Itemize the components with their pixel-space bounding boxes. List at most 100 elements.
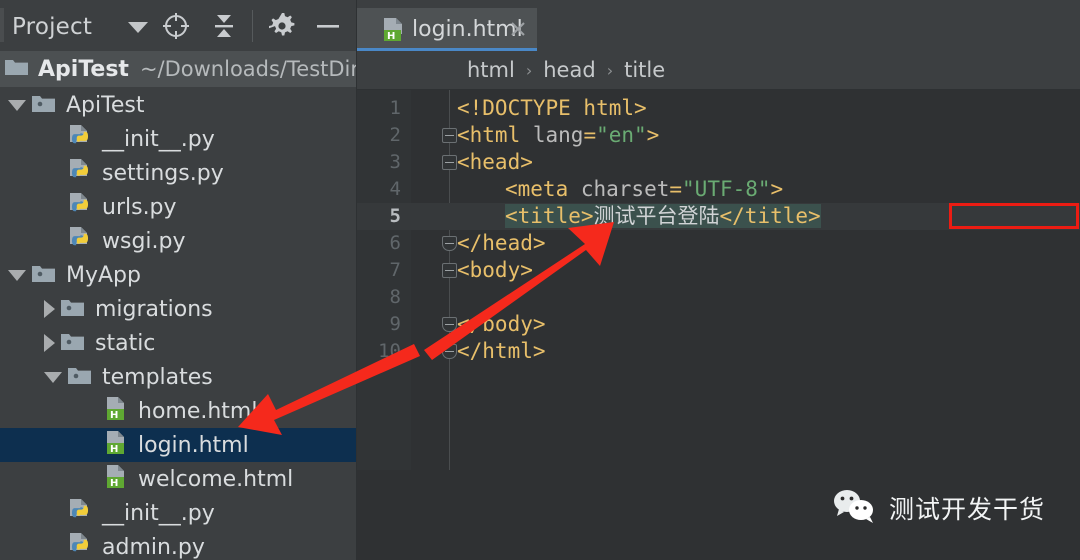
code-fold-toggle[interactable] bbox=[442, 236, 457, 251]
ide-window: Project ApiTest ~/Downloads/TestDir ApiT… bbox=[0, 0, 1080, 560]
project-panel-title[interactable]: Project bbox=[12, 14, 92, 40]
code-token: charset bbox=[580, 177, 670, 201]
tree-item-urls-py[interactable]: urls.py bbox=[0, 190, 356, 224]
tree-item-welcome-html[interactable]: Hwelcome.html bbox=[0, 462, 356, 496]
project-file-tree[interactable]: ApiTest __init__.py settings.py urls.py wsgi… bbox=[0, 88, 356, 560]
tree-item-label: ApiTest bbox=[66, 92, 145, 118]
tree-item-migrations[interactable]: migrations bbox=[0, 292, 356, 326]
code-token: <title> bbox=[505, 204, 594, 228]
project-root-path: ~/Downloads/TestDir bbox=[139, 57, 356, 81]
svg-text:H: H bbox=[110, 478, 118, 489]
line-number: 1 bbox=[389, 97, 401, 119]
line-number: 3 bbox=[389, 151, 401, 173]
tree-item-wsgi-py[interactable]: wsgi.py bbox=[0, 224, 356, 258]
folder-icon bbox=[67, 365, 93, 390]
watermark: 测试开发干货 bbox=[832, 488, 1045, 528]
code-fold-toggle[interactable] bbox=[442, 317, 457, 332]
panel-accent-bar bbox=[0, 8, 4, 42]
code-token: <body> bbox=[457, 258, 533, 282]
code-text: </body> bbox=[457, 311, 546, 338]
tree-item-label: templates bbox=[102, 364, 213, 390]
tree-item-label: __init__.py bbox=[102, 500, 215, 526]
chevron-down-icon[interactable] bbox=[8, 99, 26, 111]
tab-label: login.html bbox=[412, 17, 523, 42]
code-fold-toggle[interactable] bbox=[442, 344, 457, 359]
code-line[interactable]: 7 <body> bbox=[357, 257, 1080, 284]
code-text: <head> bbox=[457, 149, 533, 176]
code-token: "en" bbox=[596, 123, 647, 147]
annotation-highlight-box bbox=[948, 203, 1079, 229]
tree-item-label: home.html bbox=[138, 398, 258, 424]
html-file-icon: H bbox=[381, 17, 405, 43]
code-fold-toggle[interactable] bbox=[442, 128, 457, 143]
toolbar-divider bbox=[252, 10, 253, 42]
line-number: 10 bbox=[378, 340, 401, 362]
line-number: 4 bbox=[389, 178, 401, 200]
tree-item-init-py[interactable]: __init__.py bbox=[0, 496, 356, 530]
close-icon[interactable] bbox=[509, 20, 527, 38]
code-text: <body> bbox=[457, 257, 533, 284]
breadcrumb: html › head › title bbox=[357, 51, 1080, 90]
tree-item-home-html[interactable]: Hhome.html bbox=[0, 394, 356, 428]
code-token: lang bbox=[532, 123, 584, 147]
tree-item-label: wsgi.py bbox=[102, 228, 186, 254]
tree-item-label: login.html bbox=[138, 432, 249, 458]
code-text: <html lang="en"> bbox=[457, 122, 659, 149]
locate-target-icon[interactable] bbox=[160, 10, 192, 42]
code-token: <html bbox=[457, 123, 533, 147]
python-file-icon bbox=[67, 532, 93, 560]
tree-item-static[interactable]: static bbox=[0, 326, 356, 360]
code-line[interactable]: 10 </html> bbox=[357, 338, 1080, 365]
chevron-down-icon[interactable] bbox=[8, 269, 26, 281]
chevron-right-icon: › bbox=[525, 60, 533, 80]
svg-text:H: H bbox=[110, 410, 118, 421]
gear-icon[interactable] bbox=[266, 10, 298, 42]
collapse-all-icon[interactable] bbox=[208, 10, 240, 42]
tree-item-admin-py[interactable]: admin.py bbox=[0, 530, 356, 560]
code-line[interactable]: 4 <meta charset="UTF-8"> bbox=[357, 176, 1080, 203]
tab-login-html[interactable]: H login.html bbox=[357, 8, 537, 51]
chevron-right-icon[interactable] bbox=[44, 334, 55, 352]
code-line[interactable]: 3 <head> bbox=[357, 149, 1080, 176]
line-number: 7 bbox=[389, 259, 401, 281]
breadcrumb-item-head[interactable]: head bbox=[543, 58, 595, 82]
code-line[interactable]: 2 <html lang="en"> bbox=[357, 122, 1080, 149]
breadcrumb-item-html[interactable]: html bbox=[467, 58, 515, 82]
code-token: = bbox=[669, 177, 683, 201]
code-token: = bbox=[583, 123, 597, 147]
code-token: > bbox=[770, 177, 784, 201]
code-line[interactable]: 1 <!DOCTYPE html> bbox=[357, 95, 1080, 122]
tree-item-init-py[interactable]: __init__.py bbox=[0, 122, 356, 156]
minimize-icon[interactable] bbox=[312, 10, 344, 42]
tree-item-apitest[interactable]: ApiTest bbox=[0, 88, 356, 122]
code-text: <meta charset="UTF-8"> bbox=[505, 176, 783, 203]
python-file-icon bbox=[67, 124, 93, 154]
html-file-icon: H bbox=[103, 464, 129, 494]
chevron-right-icon[interactable] bbox=[44, 300, 55, 318]
line-number: 8 bbox=[389, 286, 401, 308]
code-token: 测试平台登陆 bbox=[593, 204, 720, 228]
svg-text:H: H bbox=[110, 444, 118, 455]
tree-item-myapp[interactable]: MyApp bbox=[0, 258, 356, 292]
code-token: <!DOCTYPE html> bbox=[457, 96, 647, 120]
code-line[interactable]: 6 </head> bbox=[357, 230, 1080, 257]
chevron-down-icon[interactable] bbox=[44, 371, 62, 383]
tree-item-login-html[interactable]: Hlogin.html bbox=[0, 428, 356, 462]
tree-item-label: welcome.html bbox=[138, 466, 294, 492]
tree-item-label: static bbox=[95, 330, 156, 356]
code-fold-toggle[interactable] bbox=[442, 263, 457, 278]
chevron-down-icon[interactable] bbox=[128, 22, 148, 33]
line-number: 9 bbox=[389, 313, 401, 335]
code-fold-toggle[interactable] bbox=[442, 155, 457, 170]
code-line[interactable]: 8 bbox=[357, 284, 1080, 311]
code-token: <meta bbox=[505, 177, 581, 201]
editor-tab-bar: H login.html bbox=[357, 0, 1080, 51]
code-line[interactable]: 9 </body> bbox=[357, 311, 1080, 338]
watermark-text: 测试开发干货 bbox=[889, 495, 1046, 524]
breadcrumb-item-title[interactable]: title bbox=[624, 58, 665, 82]
line-number: 6 bbox=[389, 232, 401, 254]
project-root-row[interactable]: ApiTest ~/Downloads/TestDir bbox=[0, 51, 356, 87]
code-token: </title> bbox=[719, 204, 821, 228]
tree-item-settings-py[interactable]: settings.py bbox=[0, 156, 356, 190]
tree-item-templates[interactable]: templates bbox=[0, 360, 356, 394]
